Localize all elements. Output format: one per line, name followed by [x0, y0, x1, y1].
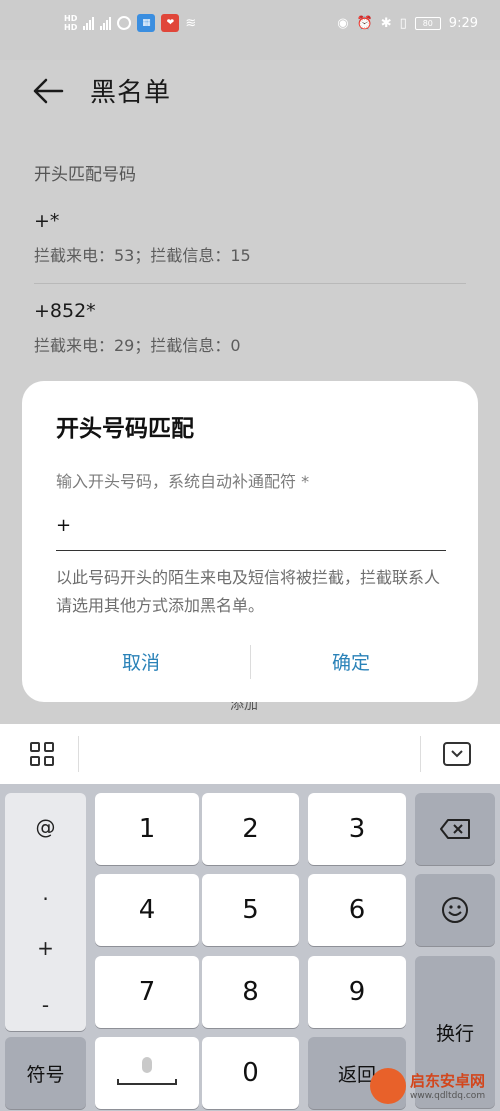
rule-stats: 拦截来电：29；拦截信息：0 [34, 336, 241, 355]
key-at[interactable]: @ [5, 815, 86, 839]
signal-icon [100, 16, 112, 30]
rule-stats: 拦截来电：53；拦截信息：15 [34, 246, 251, 265]
section-title: 开头匹配号码 [34, 165, 136, 185]
app-notification-icon: ❤ [161, 14, 180, 32]
watermark-title: 启东安卓网 [410, 1072, 486, 1090]
confirm-button[interactable]: 确定 [332, 648, 370, 675]
microphone-icon [142, 1057, 152, 1073]
key-9[interactable]: 9 [308, 956, 406, 1028]
key-6[interactable]: 6 [308, 874, 406, 946]
symbol-column[interactable]: @ . + - [5, 793, 86, 1031]
status-right-icons: ◉ ⏰ ✱ ▯ 80 9:29 [337, 16, 478, 31]
key-8[interactable]: 8 [202, 956, 299, 1028]
key-plus[interactable]: + [5, 936, 86, 960]
alarm-icon: ⏰ [356, 16, 373, 31]
watermark-logo-icon [370, 1067, 406, 1104]
apps-grid-icon[interactable] [30, 742, 56, 768]
key-5[interactable]: 5 [202, 874, 299, 946]
watermark-url: www.qdltdq.com [410, 1091, 486, 1101]
key-0[interactable]: 0 [202, 1037, 299, 1109]
circle-status-icon [117, 16, 132, 30]
rule-pattern: +852* [34, 300, 96, 322]
emoji-key[interactable] [415, 874, 495, 946]
divider [250, 645, 251, 679]
key-2[interactable]: 2 [202, 793, 299, 865]
back-arrow-icon[interactable] [32, 76, 64, 106]
symbols-label: 符号 [26, 1063, 65, 1086]
rule-pattern: +* [34, 210, 60, 232]
status-bar: HD HD ▦ ❤ ≋ ◉ ⏰ ✱ ▯ 80 9:29 [0, 0, 500, 60]
divider [78, 736, 79, 772]
dialog-title: 开头号码匹配 [56, 416, 194, 442]
keyboard-toolbar [0, 724, 500, 784]
wifi-icon: ≋ [185, 15, 197, 31]
clock: 9:29 [448, 16, 478, 31]
space-key[interactable] [95, 1037, 199, 1109]
app-header: 黑名单 [0, 60, 500, 124]
symbols-key[interactable]: 符号 [5, 1037, 86, 1109]
battery-icon: 80 [414, 17, 441, 30]
backspace-key[interactable] [415, 793, 495, 865]
space-icon [117, 1079, 177, 1085]
list-item[interactable]: +852* 拦截来电：29；拦截信息：0 [34, 300, 466, 356]
watermark: 启东安卓网 www.qdltdq.com [370, 1060, 500, 1111]
status-left-icons: HD HD ▦ ❤ ≋ [64, 14, 196, 32]
backspace-icon [440, 819, 470, 839]
list-item[interactable]: +* 拦截来电：53；拦截信息：15 [34, 210, 466, 266]
cancel-button[interactable]: 取消 [122, 648, 160, 675]
smiley-icon [442, 897, 468, 923]
divider [34, 283, 466, 284]
signal-icon [83, 16, 95, 30]
bluetooth-icon: ✱ [380, 16, 392, 31]
keyboard-collapse-icon[interactable] [443, 742, 471, 766]
prefix-number-input[interactable]: + [56, 511, 446, 551]
prefix-match-dialog: 开头号码匹配 输入开头号码，系统自动补通配符 * + 以此号码开头的陌生来电及短… [22, 381, 478, 702]
eye-icon: ◉ [337, 16, 349, 31]
app-notification-icon: ▦ [137, 14, 156, 32]
key-4[interactable]: 4 [95, 874, 199, 946]
page-title: 黑名单 [90, 78, 172, 108]
key-7[interactable]: 7 [95, 956, 199, 1028]
key-1[interactable]: 1 [95, 793, 199, 865]
dialog-hint: 输入开头号码，系统自动补通配符 * [56, 472, 310, 491]
divider [420, 736, 421, 772]
key-minus[interactable]: - [5, 993, 86, 1017]
key-3[interactable]: 3 [308, 793, 406, 865]
vibrate-icon: ▯ [399, 16, 407, 31]
dialog-note: 以此号码开头的陌生来电及短信将被拦截，拦截联系人请选用其他方式添加黑名单。 [56, 568, 441, 615]
newline-label: 换行 [435, 1022, 474, 1045]
hd-indicator: HD HD [64, 14, 78, 32]
key-dot[interactable]: . [5, 881, 86, 905]
